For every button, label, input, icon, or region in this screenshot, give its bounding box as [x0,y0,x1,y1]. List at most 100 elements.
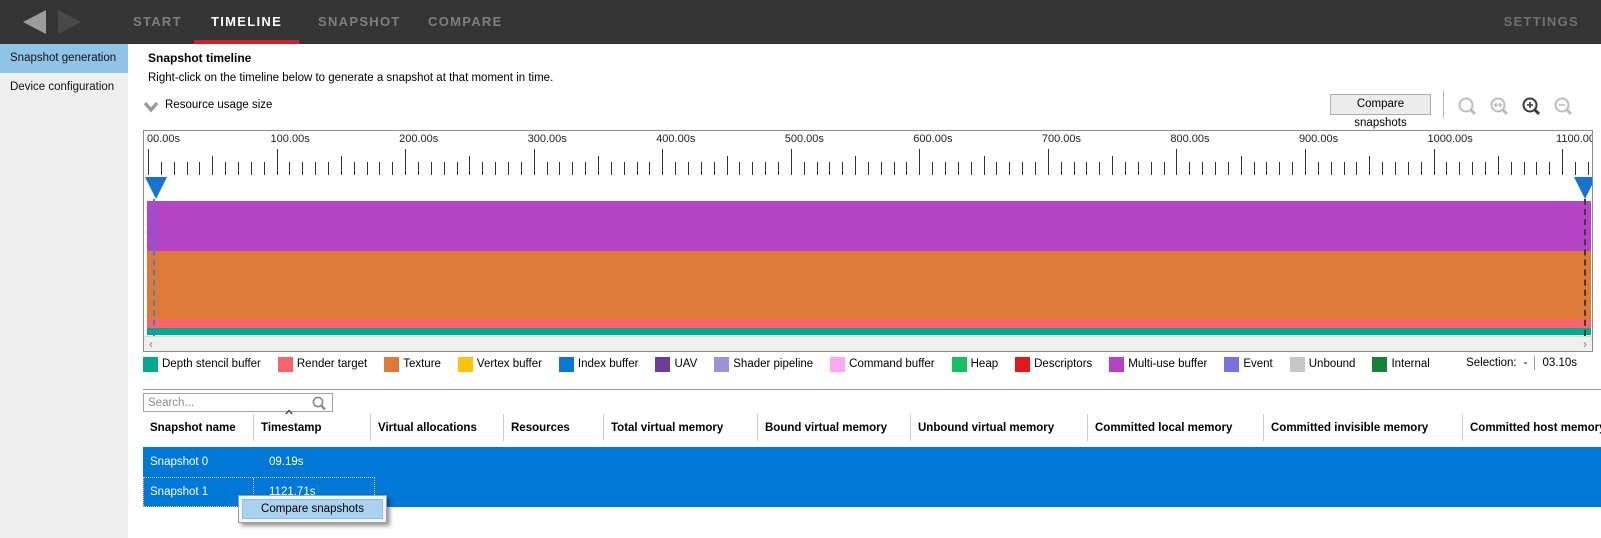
ruler-tick [1061,162,1062,175]
ruler-tick [649,162,650,175]
ruler-tick [919,149,920,175]
column-header-virtual-allocations[interactable]: Virtual allocations [370,414,503,441]
legend-item: Vertex buffer [458,357,542,372]
selection-dash-left [153,199,155,336]
ruler-tick [1241,156,1242,175]
timeline-horizontal-scrollbar[interactable]: ‹ › [144,336,1592,351]
column-header-unbound-virtual-memory[interactable]: Unbound virtual memory [910,414,1087,441]
page-title: Snapshot timeline [148,51,251,65]
band-depth-stencil[interactable] [147,328,1591,335]
ruler-tick [842,162,843,175]
legend-label: Heap [971,358,999,370]
ruler-tick [212,156,213,175]
ruler-tick [1292,162,1293,175]
top-nav-bar: START TIMELINE SNAPSHOT COMPARE SETTINGS [0,0,1601,44]
zoom-in-icon[interactable] [1519,95,1543,119]
ruler-label: 100.00s [271,133,310,145]
legend-label: Internal [1391,358,1429,370]
scroll-right-icon[interactable]: › [1583,337,1587,352]
band-multi-use-buffer[interactable] [147,201,1591,251]
ruler-label: 300.00s [528,133,567,145]
column-header-snapshot-name[interactable]: Snapshot name [143,414,253,441]
scroll-left-icon[interactable]: ‹ [149,337,153,352]
band-render-target[interactable] [147,319,1591,328]
timeline-panel[interactable]: 00.00s100.00s200.00s300.00s400.00s500.00… [143,130,1593,352]
zoom-reset-icon[interactable] [1487,95,1511,119]
ruler-tick [1408,162,1409,175]
selection-marker-left[interactable] [145,177,167,199]
legend-item: Texture [384,357,441,372]
column-header-total-virtual-memory[interactable]: Total virtual memory [603,414,757,441]
legend-label: Multi-use buffer [1128,358,1207,370]
legend-item: Index buffer [559,357,639,372]
selection-readout-divider [1534,356,1535,370]
column-header-bound-virtual-memory[interactable]: Bound virtual memory [757,414,910,441]
ruler-tick [1086,162,1087,175]
column-header-committed-local-memory[interactable]: Committed local memory [1087,414,1263,441]
tab-start[interactable]: START [133,0,182,44]
ruler-tick [804,162,805,175]
legend-item: Render target [278,357,367,372]
chevron-down-icon[interactable] [143,100,159,118]
legend-label: Shader pipeline [733,358,813,370]
column-header-committed-invisible-memory[interactable]: Committed invisible memory [1263,414,1462,441]
ruler-tick [1344,162,1345,175]
resource-usage-size-label[interactable]: Resource usage size [165,99,272,111]
context-menu-item-compare-snapshots[interactable]: Compare snapshots [242,499,383,519]
ruler-tick [1318,162,1319,175]
zoom-to-selection-icon[interactable] [1455,95,1479,119]
back-arrow-icon[interactable] [23,10,46,34]
sidebar-item-device-configuration[interactable]: Device configuration [0,73,128,102]
ruler-tick [1022,162,1023,175]
tab-compare[interactable]: COMPARE [428,0,503,44]
band-texture[interactable] [147,251,1591,319]
legend-label: Depth stencil buffer [162,358,261,370]
ruler-tick [379,162,380,175]
ruler-tick [444,162,445,175]
ruler-tick [1215,162,1216,175]
ruler-tick [1356,162,1357,175]
ruler-tick [418,162,419,175]
ruler-tick [1395,162,1396,175]
legend-item: Heap [952,357,999,372]
ruler-tick [1588,162,1589,175]
compare-snapshots-button[interactable]: Compare snapshots [1330,94,1431,115]
ruler-tick [1099,162,1100,175]
ruler-tick [727,156,728,175]
selection-dash-right [1584,199,1586,336]
legend-label: Vertex buffer [477,358,542,370]
ruler-tick [225,162,226,175]
ruler-label: 800.00s [1170,133,1209,145]
legend-item: Multi-use buffer [1109,357,1207,372]
tab-timeline[interactable]: TIMELINE [211,0,282,44]
tab-settings[interactable]: SETTINGS [1504,0,1579,44]
zoom-out-icon[interactable] [1551,95,1575,119]
tab-snapshot[interactable]: SNAPSHOT [318,0,401,44]
column-header-resources[interactable]: Resources [503,414,603,441]
forward-arrow-icon[interactable] [58,10,81,34]
ruler-tick [855,156,856,175]
ruler-label: 600.00s [913,133,952,145]
ruler-tick [1524,162,1525,175]
ruler-tick [1331,162,1332,175]
legend-swatch [1290,357,1305,372]
ruler-tick [457,162,458,175]
ruler-tick [714,162,715,175]
sidebar-item-snapshot-generation[interactable]: Snapshot generation [0,44,128,73]
ruler-tick [1202,162,1203,175]
ruler-ticks [144,148,1592,175]
ruler-tick [932,162,933,175]
selection-marker-right[interactable] [1574,177,1593,199]
legend-item: Command buffer [830,357,934,372]
ruler-tick [598,156,599,175]
ruler-tick [1575,162,1576,175]
ruler-tick [469,156,470,175]
table-row[interactable]: Snapshot 009.19s [143,447,1601,477]
legend-swatch [559,357,574,372]
legend-swatch [1109,357,1124,372]
ruler-tick [1048,149,1049,175]
ruler-tick [958,162,959,175]
app-window: START TIMELINE SNAPSHOT COMPARE SETTINGS… [0,0,1601,538]
column-header-committed-host-memory[interactable]: Committed host memory [1462,414,1601,441]
column-header-timestamp[interactable]: Timestamp [253,414,370,441]
